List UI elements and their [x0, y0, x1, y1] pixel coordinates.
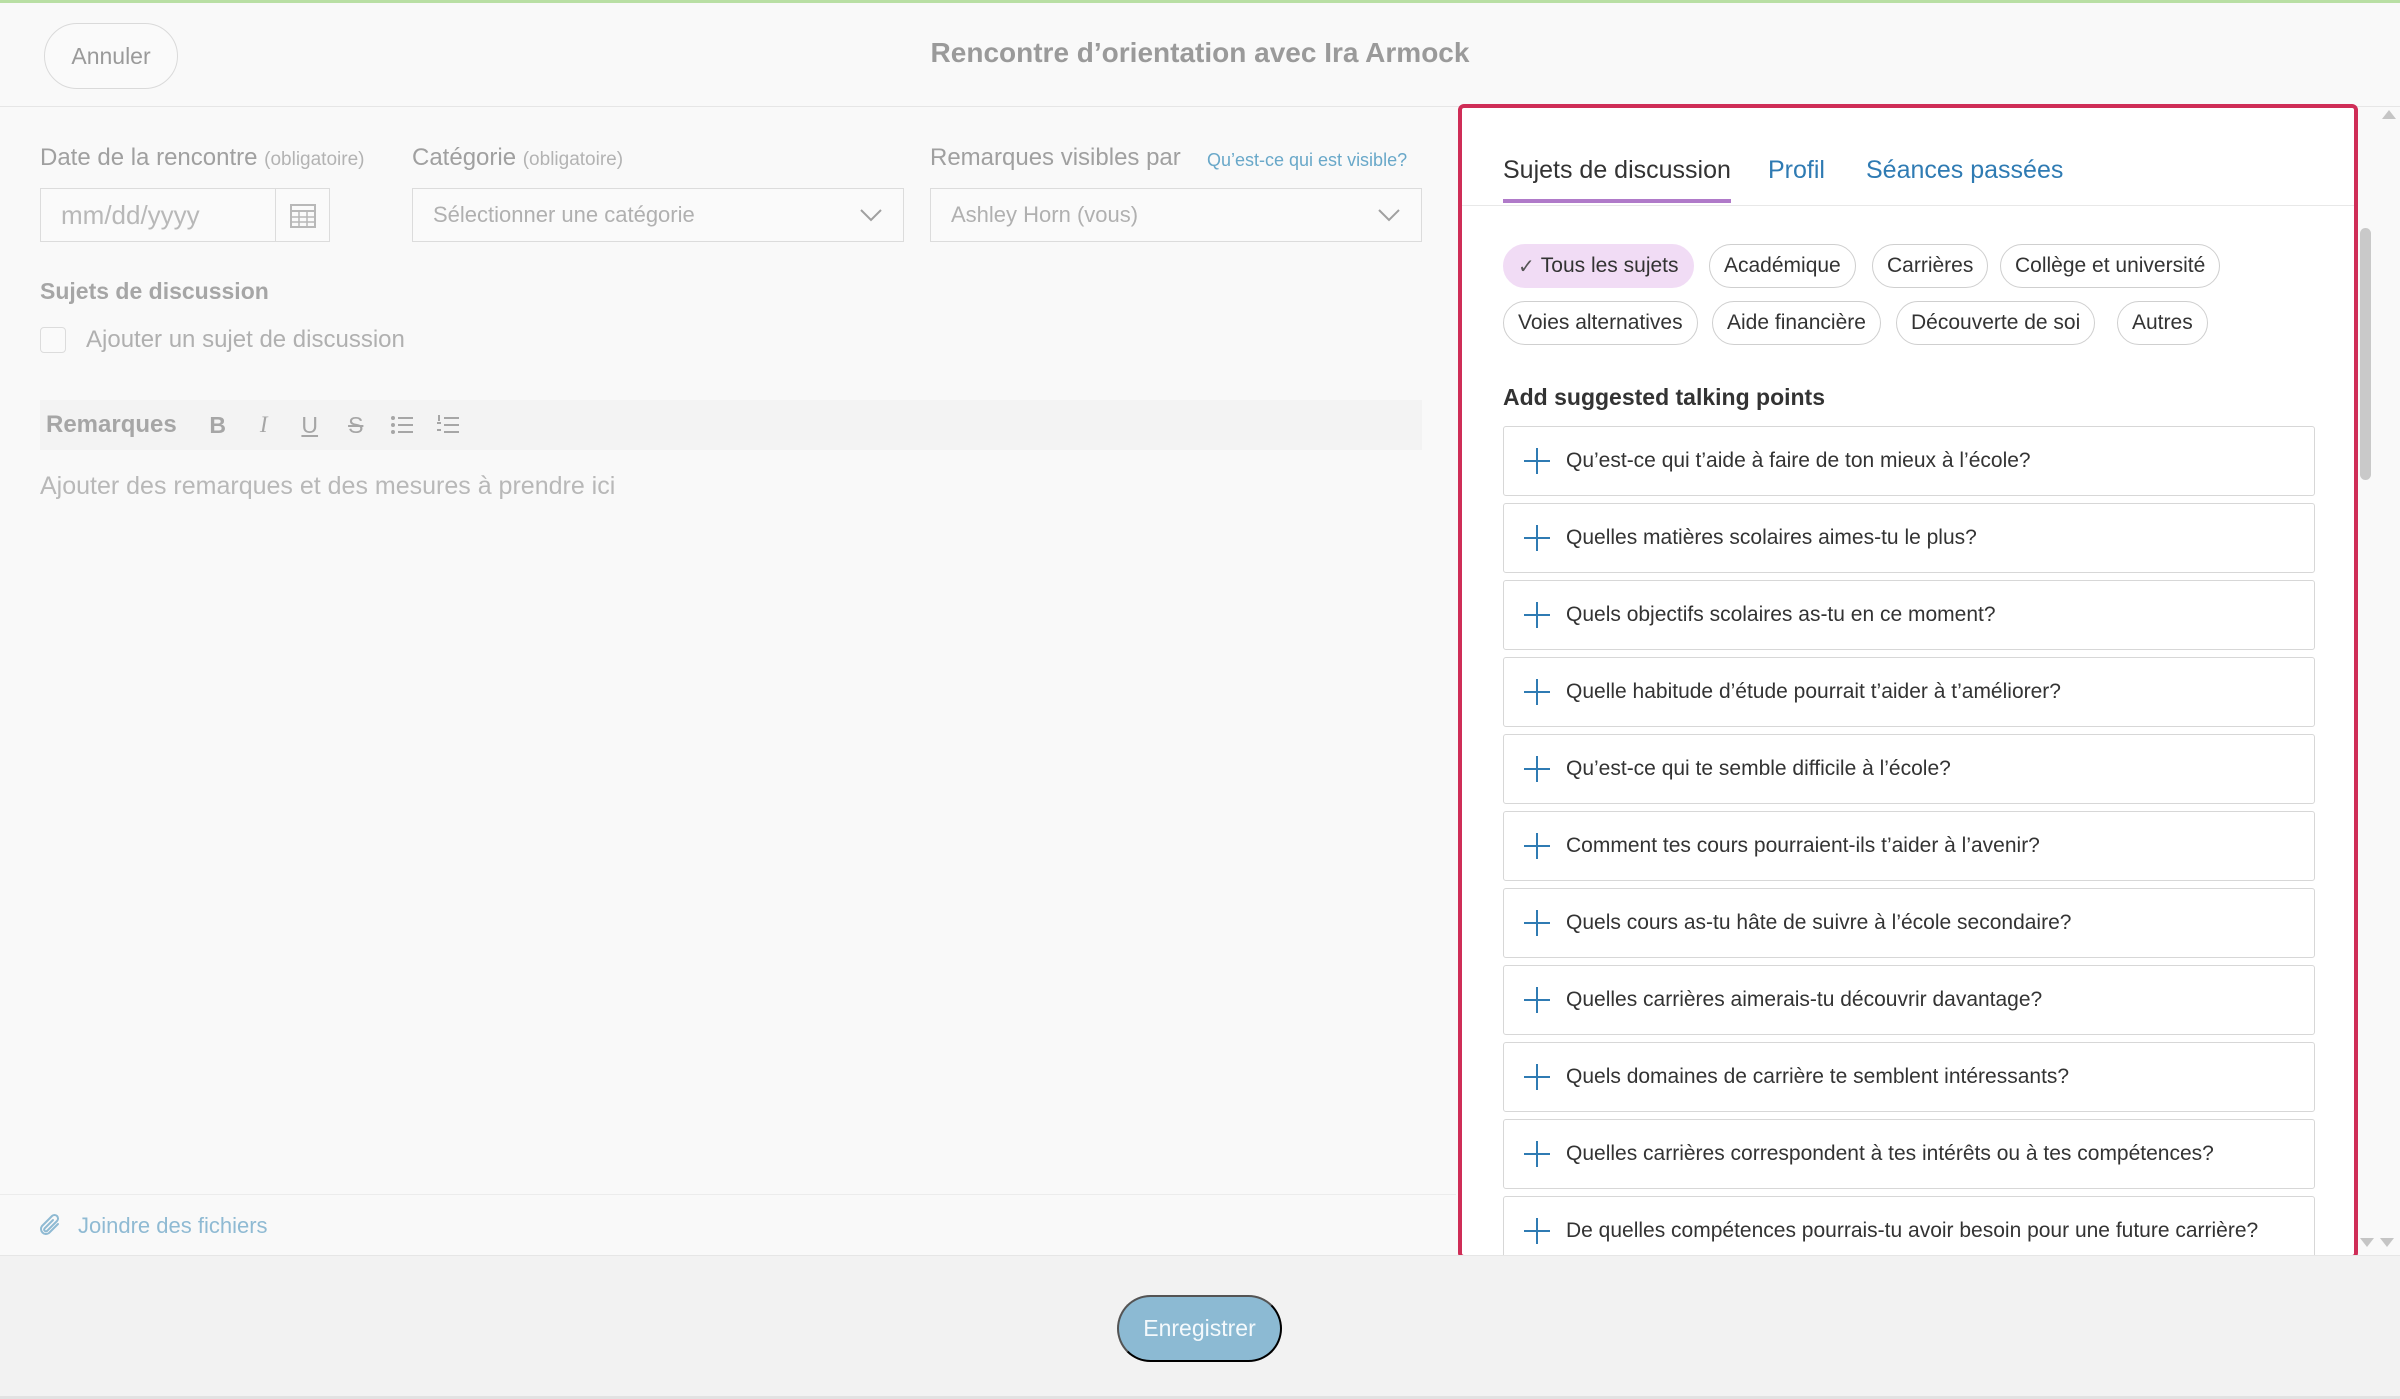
- list-item[interactable]: Quelles carrières aimerais-tu découvrir …: [1503, 965, 2315, 1035]
- add-topic-checkbox[interactable]: [40, 327, 66, 353]
- chip-label: Tous les sujets: [1540, 254, 1679, 277]
- paperclip-icon: [40, 1213, 60, 1235]
- notes-editor[interactable]: Ajouter des remarques et des mesures à p…: [40, 472, 615, 501]
- point-text: Qu’est-ce qui t’aide à faire de ton mieu…: [1566, 449, 2031, 472]
- list-item[interactable]: Quels cours as-tu hâte de suivre à l’éco…: [1503, 888, 2315, 958]
- notes-toolbar: Remarques B I U S: [40, 400, 1422, 450]
- list-item[interactable]: De quelles compétences pourrais-tu avoir…: [1503, 1196, 2315, 1255]
- chevron-down-icon: [1378, 209, 1400, 222]
- date-label-text: Date de la rencontre: [40, 144, 258, 171]
- category-label: Catégorie (obligatoire): [412, 144, 623, 172]
- point-text: Quelle habitude d’étude pourrait t’aider…: [1566, 680, 2061, 703]
- list-item[interactable]: Quelles carrières correspondent à tes in…: [1503, 1119, 2315, 1189]
- plus-icon: [1524, 448, 1550, 474]
- list-item[interactable]: Quels domaines de carrière te semblent i…: [1503, 1042, 2315, 1112]
- point-text: Quelles carrières correspondent à tes in…: [1566, 1142, 2214, 1165]
- scroll-down-arrow[interactable]: [2360, 1238, 2374, 1247]
- category-label-text: Catégorie: [412, 144, 517, 171]
- calendar-icon[interactable]: [275, 189, 329, 241]
- category-select[interactable]: Sélectionner une catégorie: [412, 188, 904, 242]
- plus-icon: [1524, 756, 1550, 782]
- panel-scrollbar-thumb[interactable]: [2360, 228, 2371, 480]
- chip-academic[interactable]: Académique: [1709, 244, 1856, 288]
- point-text: Quelles carrières aimerais-tu découvrir …: [1566, 988, 2043, 1011]
- bullet-list-icon[interactable]: [379, 405, 425, 445]
- plus-icon: [1524, 1064, 1550, 1090]
- list-item[interactable]: Qu’est-ce qui te semble difficile à l’éc…: [1503, 734, 2315, 804]
- add-topic-row[interactable]: Ajouter un sujet de discussion: [40, 326, 405, 354]
- italic-button[interactable]: I: [241, 405, 287, 445]
- point-text: Quelles matières scolaires aimes-tu le p…: [1566, 526, 1977, 549]
- point-text: Quels domaines de carrière te semblent i…: [1566, 1065, 2070, 1088]
- point-text: Comment tes cours pourraient-ils t’aider…: [1566, 834, 2040, 857]
- date-required-text: (obligatoire): [264, 149, 365, 170]
- chip-all-topics[interactable]: ✓ Tous les sujets: [1503, 244, 1694, 288]
- talking-points-panel: Sujets de discussion Profil Séances pass…: [1458, 104, 2358, 1259]
- visibility-value: Ashley Horn (vous): [951, 202, 1139, 227]
- bold-button[interactable]: B: [195, 405, 241, 445]
- chip-careers[interactable]: Carrières: [1872, 244, 1989, 288]
- point-text: Quels cours as-tu hâte de suivre à l’éco…: [1566, 911, 2072, 934]
- category-placeholder: Sélectionner une catégorie: [433, 202, 695, 227]
- modal-footer: Enregistrer: [0, 1255, 2400, 1399]
- tab-past-sessions[interactable]: Séances passées: [1866, 156, 2063, 199]
- attach-files-button[interactable]: Joindre des fichiers: [0, 1194, 1456, 1256]
- list-item[interactable]: Quelles matières scolaires aimes-tu le p…: [1503, 503, 2315, 573]
- chip-financial-aid[interactable]: Aide financière: [1712, 301, 1881, 345]
- point-text: Quels objectifs scolaires as-tu en ce mo…: [1566, 603, 1996, 626]
- chevron-down-icon: [860, 209, 882, 222]
- check-icon: ✓: [1518, 255, 1535, 278]
- meeting-form: Date de la rencontre (obligatoire) mm/dd…: [0, 108, 1456, 1255]
- modal-header: Annuler Rencontre d’orientation avec Ira…: [0, 3, 2400, 107]
- topics-section-title: Sujets de discussion: [40, 278, 269, 304]
- chip-self-discovery[interactable]: Découverte de soi: [1896, 301, 2096, 345]
- attach-files-label: Joindre des fichiers: [78, 1212, 268, 1238]
- plus-icon: [1524, 1218, 1550, 1244]
- plus-icon: [1524, 987, 1550, 1013]
- save-button[interactable]: Enregistrer: [1117, 1295, 1282, 1362]
- add-topic-label: Ajouter un sujet de discussion: [86, 326, 405, 353]
- list-item[interactable]: Comment tes cours pourraient-ils t’aider…: [1503, 811, 2315, 881]
- visibility-select[interactable]: Ashley Horn (vous): [930, 188, 1422, 242]
- suggested-points-title: Add suggested talking points: [1503, 384, 1826, 410]
- list-item[interactable]: Qu’est-ce qui t’aide à faire de ton mieu…: [1503, 426, 2315, 496]
- chip-others[interactable]: Autres: [2117, 301, 2208, 345]
- chip-college[interactable]: Collège et université: [2000, 244, 2221, 288]
- category-required-text: (obligatoire): [522, 149, 624, 170]
- panel-tabs: Sujets de discussion Profil Séances pass…: [1462, 108, 2354, 206]
- date-placeholder: mm/dd/yyyy: [61, 199, 200, 230]
- chip-alternative-paths[interactable]: Voies alternatives: [1503, 301, 1698, 345]
- scroll-up-arrow[interactable]: [2382, 110, 2396, 119]
- date-label: Date de la rencontre (obligatoire): [40, 144, 364, 172]
- underline-button[interactable]: U: [287, 405, 333, 445]
- what-is-visible-link[interactable]: Qu’est-ce qui est visible?: [1207, 150, 1407, 171]
- plus-icon: [1524, 602, 1550, 628]
- plus-icon: [1524, 1141, 1550, 1167]
- numbered-list-icon[interactable]: [425, 405, 471, 445]
- point-text: De quelles compétences pourrais-tu avoir…: [1566, 1219, 2259, 1242]
- point-text: Qu’est-ce qui te semble difficile à l’éc…: [1566, 757, 1951, 780]
- plus-icon: [1524, 910, 1550, 936]
- plus-icon: [1524, 525, 1550, 551]
- tab-talking-points[interactable]: Sujets de discussion: [1503, 156, 1731, 203]
- list-item[interactable]: Quels objectifs scolaires as-tu en ce mo…: [1503, 580, 2315, 650]
- plus-icon: [1524, 833, 1550, 859]
- scroll-down-arrow-outer[interactable]: [2380, 1238, 2394, 1247]
- page-title: Rencontre d’orientation avec Ira Armock: [930, 37, 1470, 68]
- notes-label: Remarques: [46, 411, 177, 438]
- plus-icon: [1524, 679, 1550, 705]
- visibility-label: Remarques visibles par: [930, 144, 1181, 171]
- tab-profile[interactable]: Profil: [1768, 156, 1825, 199]
- list-item[interactable]: Quelle habitude d’étude pourrait t’aider…: [1503, 657, 2315, 727]
- strikethrough-button[interactable]: S: [333, 405, 379, 445]
- date-input[interactable]: mm/dd/yyyy: [40, 188, 330, 242]
